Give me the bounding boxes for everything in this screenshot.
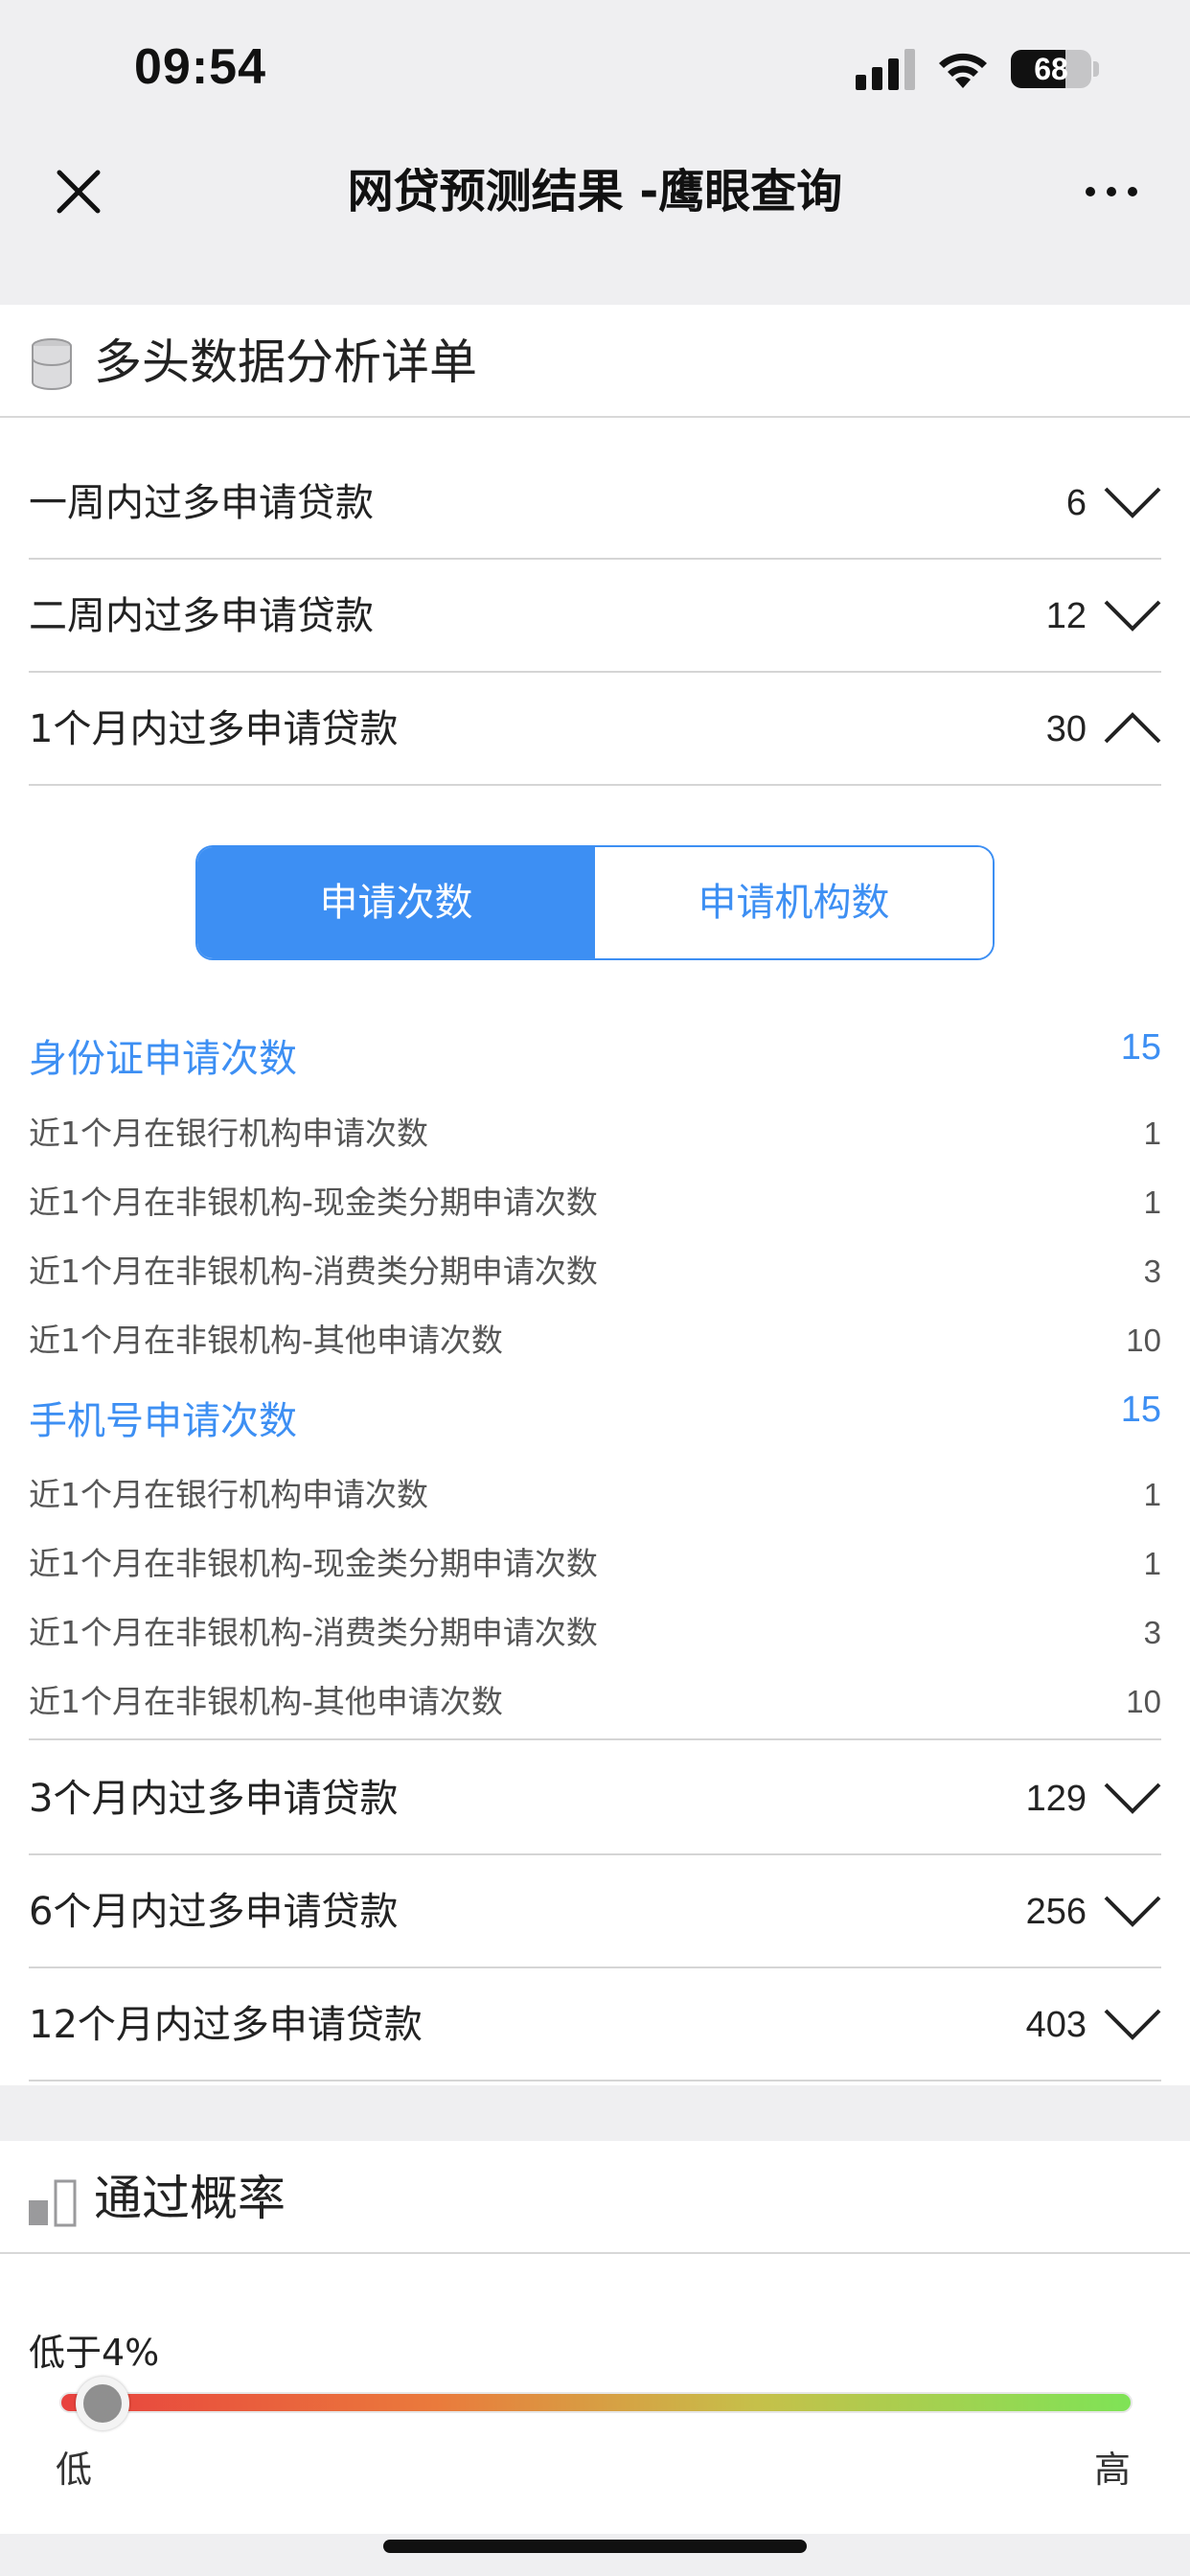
group-title-phone: 手机号申请次数 xyxy=(29,1399,297,1443)
list-item: 近1个月在银行机构申请次数 1 xyxy=(29,1099,1161,1168)
low-label: 低 xyxy=(56,2449,93,2491)
item-label: 近1个月在非银机构-消费类分期申请次数 xyxy=(29,1614,598,1651)
multi-analysis-title: 多头数据分析详单 xyxy=(94,334,477,390)
row-12-months[interactable]: 12个月内过多申请贷款 403 xyxy=(29,1968,1161,2082)
chevron-down-icon[interactable] xyxy=(1104,2007,1161,2041)
list-item: 近1个月在非银机构-消费类分期申请次数 3 xyxy=(29,1598,1161,1668)
high-label: 高 xyxy=(1094,2449,1132,2491)
chevron-up-icon[interactable] xyxy=(1104,711,1161,746)
item-value: 1 xyxy=(1143,1184,1161,1220)
item-value: 1 xyxy=(1143,1116,1161,1151)
close-icon[interactable] xyxy=(50,163,107,220)
chevron-down-icon[interactable] xyxy=(1104,1894,1161,1928)
row-count: 6 xyxy=(1065,483,1087,523)
row-label: 1个月内过多申请贷款 xyxy=(29,707,399,751)
multi-analysis-header: 多头数据分析详单 xyxy=(0,305,1190,418)
row-1-month[interactable]: 1个月内过多申请贷款 30 xyxy=(29,673,1161,786)
item-label: 近1个月在银行机构申请次数 xyxy=(29,1476,428,1513)
signal-icon xyxy=(856,49,915,90)
item-label: 近1个月在非银机构-现金类分期申请次数 xyxy=(29,1545,598,1582)
status-bar: 09:54 68 xyxy=(0,0,1190,144)
item-value: 3 xyxy=(1143,1615,1161,1650)
pass-rate-header: 通过概率 xyxy=(0,2141,1190,2254)
row-6-months[interactable]: 6个月内过多申请贷款 256 xyxy=(29,1855,1161,1968)
battery-icon: 68 xyxy=(1011,50,1091,88)
pass-rate-card: 通过概率 低于4% 低 高 xyxy=(0,2141,1190,2534)
row-count: 30 xyxy=(1045,709,1087,749)
list-item: 近1个月在非银机构-现金类分期申请次数 1 xyxy=(29,1530,1161,1598)
pass-rate-thumb[interactable] xyxy=(75,2377,129,2430)
battery-cap xyxy=(1093,61,1099,77)
list-item: 近1个月在非银机构-其他申请次数 10 xyxy=(29,1306,1161,1375)
row-label: 二周内过多申请贷款 xyxy=(29,594,374,638)
segment-control: 申请次数 申请机构数 xyxy=(195,845,995,960)
more-icon[interactable] xyxy=(1083,177,1140,206)
page-title: 网贷预测结果 -鹰眼查询 xyxy=(347,165,843,218)
item-label: 近1个月在非银机构-其他申请次数 xyxy=(29,1322,503,1359)
status-time: 09:54 xyxy=(134,39,266,95)
row-label: 一周内过多申请贷款 xyxy=(29,481,374,525)
database-icon xyxy=(32,338,72,390)
chevron-down-icon[interactable] xyxy=(1104,1781,1161,1815)
list-item: 近1个月在非银机构-消费类分期申请次数 3 xyxy=(29,1237,1161,1306)
row-label: 6个月内过多申请贷款 xyxy=(29,1890,399,1934)
row-label: 12个月内过多申请贷款 xyxy=(29,2003,423,2047)
home-indicator[interactable] xyxy=(383,2540,807,2553)
divider xyxy=(29,1738,1161,1740)
item-value: 1 xyxy=(1143,1546,1161,1581)
item-value: 1 xyxy=(1143,1477,1161,1512)
list-item: 近1个月在非银机构-现金类分期申请次数 1 xyxy=(29,1168,1161,1237)
list-item: 近1个月在非银机构-其他申请次数 10 xyxy=(29,1668,1161,1736)
item-value: 10 xyxy=(1126,1684,1161,1719)
row-1-week[interactable]: 一周内过多申请贷款 6 xyxy=(29,447,1161,560)
group-title-id-card: 身份证申请次数 xyxy=(29,1037,297,1081)
nav-bar: 网贷预测结果 -鹰眼查询 xyxy=(0,144,1190,257)
row-count: 403 xyxy=(1025,2005,1087,2045)
pass-rate-track xyxy=(59,2392,1133,2413)
battery-percent: 68 xyxy=(1034,52,1068,86)
list-item: 近1个月在银行机构申请次数 1 xyxy=(29,1460,1161,1530)
group-total-phone: 15 xyxy=(1120,1390,1161,1430)
group-total-id-card: 15 xyxy=(1120,1027,1161,1068)
row-count: 12 xyxy=(1045,596,1087,636)
item-label: 近1个月在非银机构-消费类分期申请次数 xyxy=(29,1253,598,1290)
bar-chart-icon xyxy=(29,2179,77,2227)
item-label: 近1个月在非银机构-其他申请次数 xyxy=(29,1683,503,1720)
row-3-months[interactable]: 3个月内过多申请贷款 129 xyxy=(29,1742,1161,1855)
pass-rate-value: 低于4% xyxy=(29,2332,160,2374)
segment-apply-count[interactable]: 申请次数 xyxy=(197,847,595,958)
item-value: 3 xyxy=(1143,1254,1161,1289)
chevron-down-icon[interactable] xyxy=(1104,598,1161,632)
row-2-weeks[interactable]: 二周内过多申请贷款 12 xyxy=(29,560,1161,673)
item-label: 近1个月在银行机构申请次数 xyxy=(29,1115,428,1152)
row-label: 3个月内过多申请贷款 xyxy=(29,1777,399,1821)
pass-rate-title: 通过概率 xyxy=(94,2171,286,2226)
row-count: 129 xyxy=(1025,1779,1087,1819)
row-count: 256 xyxy=(1025,1892,1087,1932)
chevron-down-icon[interactable] xyxy=(1104,485,1161,519)
segment-institution-count[interactable]: 申请机构数 xyxy=(595,847,993,958)
wifi-icon xyxy=(939,53,987,88)
item-label: 近1个月在非银机构-现金类分期申请次数 xyxy=(29,1184,598,1221)
item-value: 10 xyxy=(1126,1322,1161,1358)
